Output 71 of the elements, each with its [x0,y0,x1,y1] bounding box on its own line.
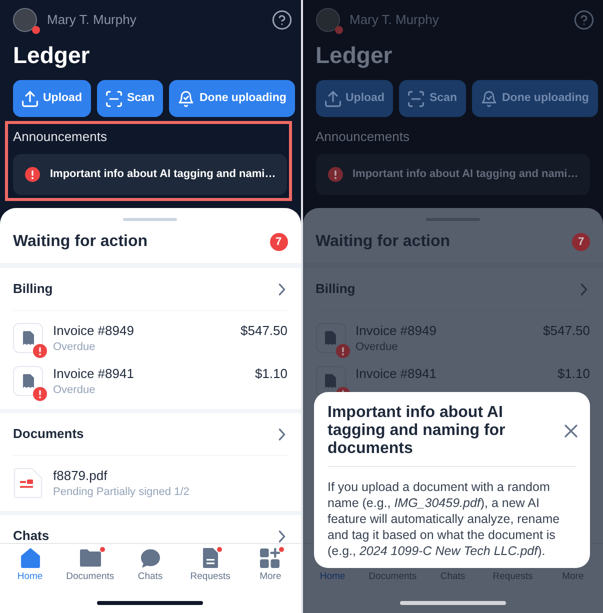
chat-bubble-icon [140,548,160,568]
chevron-right-icon [278,530,286,542]
user-name: Mary T. Murphy [350,12,439,28]
nav-tab[interactable]: Documents [66,548,114,583]
section-heading: Announcements [316,128,410,145]
section-header[interactable]: Chats [0,515,300,543]
item-title[interactable]: Invoice #8949 [356,323,436,339]
item-amount: $1.10 [557,366,590,382]
bell-check-icon [480,90,497,106]
page-title: Ledger [316,41,392,69]
dialog-body-text: If you upload a document with a random name (e.g., IMG_30459.pdf), a new AI feature will automatically analyze, rename and tag it based on what the document is (e.g., 2024 1099-C New Tech LLC.pdf). [328,479,561,559]
folder-icon [80,549,101,567]
dialog-title: Important info about AI tagging and naming for documents [328,404,506,458]
upload-icon [324,90,340,106]
alert-icon [328,167,342,182]
upload-icon [22,90,38,106]
announcement-item[interactable]: Important info about AI tagging and nami… [13,154,287,195]
announcement-item[interactable]: Important info about AI tagging and nami… [316,154,590,195]
section-header[interactable]: Documents [0,413,300,455]
action-button[interactable]: Scan [399,80,466,117]
receipt-icon [13,323,43,353]
section-heading: Announcements [13,128,107,145]
nav-tab[interactable]: Chats [138,548,163,583]
user-name: Mary T. Murphy [47,12,136,28]
chevron-right-icon [278,428,286,440]
grid-plus-icon [260,548,280,568]
action-button[interactable]: Scan [96,80,164,117]
sheet-handle[interactable] [123,218,178,221]
item-status: Overdue [53,340,96,354]
chevron-right-icon [580,282,588,296]
item-status: Overdue [53,383,96,397]
nav-tab[interactable]: Requests [190,548,230,583]
help-icon [272,10,292,30]
sheet-title: Waiting for action [316,232,450,252]
close-icon [564,424,578,438]
nav-tab[interactable]: More [260,548,282,583]
section-header[interactable]: Billing [0,268,300,310]
item-amount: $547.50 [543,323,590,339]
section-header[interactable]: Billing [302,268,603,310]
scan-icon [408,90,424,106]
item-title[interactable]: Invoice #8949 [53,323,134,339]
document-icon [202,548,218,568]
avatar-icon[interactable] [13,8,37,32]
action-button[interactable]: Done uploading [472,80,598,117]
close-button[interactable] [564,424,578,438]
home-icon [20,548,40,568]
item-title[interactable]: f8879.pdf [53,468,108,484]
bell-check-icon [178,90,194,106]
item-title[interactable]: Invoice #8941 [53,366,134,382]
scan-icon [106,90,122,106]
count-badge: 7 [270,233,288,251]
avatar-icon[interactable] [316,8,340,32]
receipt-icon [316,323,346,353]
sheet-title: Waiting for action [13,232,148,252]
count-badge: 7 [572,233,590,251]
alert-icon [25,167,40,182]
nav-tab[interactable]: Home [320,571,346,583]
receipt-icon [13,366,43,396]
help-icon [574,10,594,30]
item-amount: $547.50 [240,323,288,339]
item-title[interactable]: Invoice #8941 [356,366,436,382]
action-button[interactable]: Upload [13,80,91,117]
chevron-right-icon [278,282,286,296]
help-button[interactable] [272,10,292,30]
action-button[interactable]: Done uploading [169,80,296,117]
page-title: Ledger [13,41,90,69]
nav-tab[interactable]: Home [17,548,43,583]
action-button[interactable]: Upload [316,80,394,117]
item-status: Pending Partially signed 1/2 [53,485,190,499]
item-amount: $1.10 [254,366,288,382]
pdf-file-icon [14,468,42,498]
